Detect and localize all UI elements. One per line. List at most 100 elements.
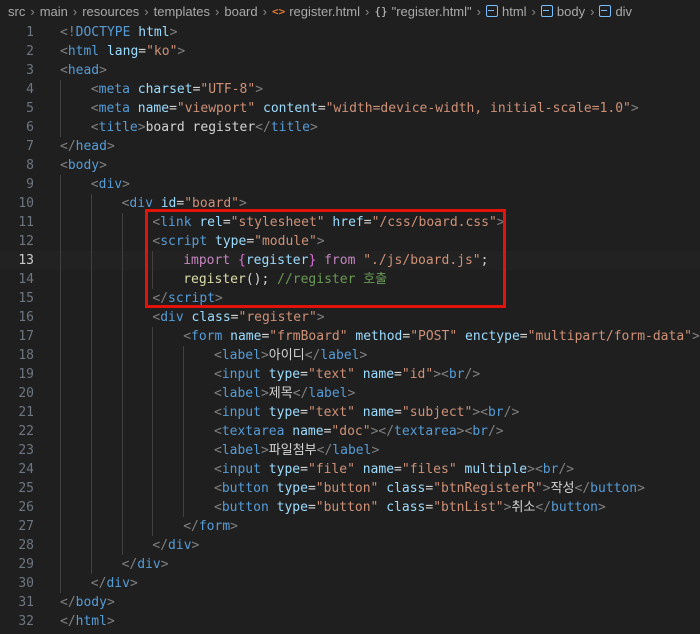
code-line[interactable]: 12 <script type="module"> <box>0 232 700 251</box>
code-token: = <box>425 500 434 515</box>
code-token: > <box>316 310 325 325</box>
breadcrumb-item[interactable]: <> register.html <box>272 4 360 19</box>
indent-guide <box>183 441 185 460</box>
breadcrumb-label: src <box>8 3 26 19</box>
breadcrumb-item[interactable]: html <box>485 4 527 19</box>
code-token: name <box>137 101 170 116</box>
code-token: board register <box>145 120 256 135</box>
indent-guide <box>121 365 123 384</box>
code-token: </ <box>292 386 309 401</box>
code-line[interactable]: 7 </head> <box>0 137 700 156</box>
breadcrumb-item[interactable]: {} "register.html" <box>374 4 471 19</box>
code-token: "POST" <box>410 329 458 344</box>
breadcrumb-item[interactable]: board <box>224 4 257 19</box>
indent-guide <box>121 441 123 460</box>
code-line[interactable]: 17 <form name="frmBoard" method="POST" en… <box>0 327 700 346</box>
code-line[interactable]: 6 <title>board register</title> <box>0 118 700 137</box>
code-text: <input type="file" name="files" multiple… <box>214 460 574 479</box>
code-token: div <box>168 538 192 553</box>
code-line[interactable]: 16 <div class="register"> <box>0 308 700 327</box>
code-token: br <box>472 424 488 439</box>
code-line[interactable]: 23 <label>파일첨부</label> <box>0 441 700 460</box>
code-line[interactable]: 25 <button type="button" class="btnRegist… <box>0 479 700 498</box>
code-token: { <box>237 253 246 268</box>
code-token: title <box>270 120 310 135</box>
code-line[interactable]: 8 <body> <box>0 156 700 175</box>
code-line[interactable]: 3 <head> <box>0 61 700 80</box>
code-token: > <box>347 386 356 401</box>
code-line[interactable]: 21 <input type="text" name="subject"><br/… <box>0 403 700 422</box>
code-text: <link rel="stylesheet" href="/css/board.… <box>152 213 504 232</box>
breadcrumb-item[interactable]: templates <box>154 4 210 19</box>
breadcrumb-separator-icon: › <box>590 3 595 19</box>
code-token: < <box>214 348 222 363</box>
indent-guide <box>121 232 123 251</box>
breadcrumb-item[interactable]: resources <box>82 4 139 19</box>
line-number: 11 <box>18 215 34 230</box>
code-line[interactable]: 22 <textarea name="doc"></textarea><br/> <box>0 422 700 441</box>
code-line[interactable]: 13 import {register} from "./js/board.js"… <box>0 251 700 270</box>
code-token: /> <box>487 424 504 439</box>
breadcrumb-item[interactable]: src <box>8 4 25 19</box>
breadcrumb-label: templates <box>153 3 211 19</box>
code-text: </div> <box>91 574 138 593</box>
code-line[interactable]: 19 <input type="text" name="id"><br/> <box>0 365 700 384</box>
code-token: > <box>99 158 107 173</box>
code-line[interactable]: 2 <html lang="ko"> <box>0 42 700 61</box>
line-number: 9 <box>26 177 34 192</box>
code-token: < <box>214 386 222 401</box>
code-line[interactable]: 24 <input type="file" name="files" multip… <box>0 460 700 479</box>
code-token: < <box>214 462 222 477</box>
code-line[interactable]: 20 <label>제목</label> <box>0 384 700 403</box>
code-line[interactable]: 1 <!DOCTYPE html> <box>0 23 700 42</box>
code-line[interactable]: 32 </html> <box>0 612 700 631</box>
indent-guide <box>152 441 154 460</box>
code-text: </div> <box>122 555 169 574</box>
code-token: = <box>425 481 434 496</box>
breadcrumb-label: resources <box>82 3 140 19</box>
breadcrumb-separator-icon: › <box>215 3 220 19</box>
code-line[interactable]: 18 <label>아이디</label> <box>0 346 700 365</box>
code-token: < <box>60 158 68 173</box>
line-number: 17 <box>18 329 34 344</box>
code-line[interactable]: 15 </script> <box>0 289 700 308</box>
breadcrumb-item[interactable]: main <box>40 4 68 19</box>
indent-guide <box>90 327 92 346</box>
code-token: < <box>60 44 68 59</box>
code-token: 작성 <box>550 481 575 496</box>
code-line[interactable]: 28 </div> <box>0 536 700 555</box>
code-token: form <box>191 329 223 344</box>
code-line[interactable]: 27 </form> <box>0 517 700 536</box>
breadcrumb-item[interactable]: div <box>599 4 632 19</box>
code-token: br <box>542 462 559 477</box>
code-line[interactable]: 10 <div id="board"> <box>0 194 700 213</box>
code-line[interactable]: 5 <meta name="viewport" content="width=de… <box>0 99 700 118</box>
code-line[interactable]: 4 <meta charset="UTF-8"> <box>0 80 700 99</box>
indent-guide <box>121 479 123 498</box>
indent-guide <box>152 270 154 289</box>
code-token: label <box>320 348 360 363</box>
breadcrumb-item[interactable]: body <box>540 4 585 19</box>
code-line[interactable]: 30 </div> <box>0 574 700 593</box>
breadcrumb: src › main › resources › templates › board › <> reg… <box>0 0 700 22</box>
code-token: > <box>106 595 115 610</box>
indent-guide <box>183 498 185 517</box>
code-line[interactable]: 31 </body> <box>0 593 700 612</box>
code-text: </form> <box>183 517 238 536</box>
code-text: <!DOCTYPE html> <box>60 23 177 42</box>
code-line[interactable]: 11 <link rel="stylesheet" href="/css/boar… <box>0 213 700 232</box>
code-token: = <box>138 44 147 59</box>
breadcrumb-label: register.html <box>289 3 361 19</box>
code-line[interactable]: 9 <div> <box>0 175 700 194</box>
code-token: > <box>598 500 606 515</box>
code-token: </ <box>60 614 76 629</box>
code-text: <button type="button" class="btnList">취소… <box>214 498 606 517</box>
code-line[interactable]: 14 register(); //register 호출 <box>0 270 700 289</box>
code-line[interactable]: 26 <button type="button" class="btnList">… <box>0 498 700 517</box>
indent-guide <box>90 422 92 441</box>
code-line[interactable]: 29 </div> <box>0 555 700 574</box>
code-editor[interactable]: 1 <!DOCTYPE html> 2 <html lang="ko"> 3 <head>… <box>0 22 700 634</box>
indent-guide <box>60 555 61 574</box>
